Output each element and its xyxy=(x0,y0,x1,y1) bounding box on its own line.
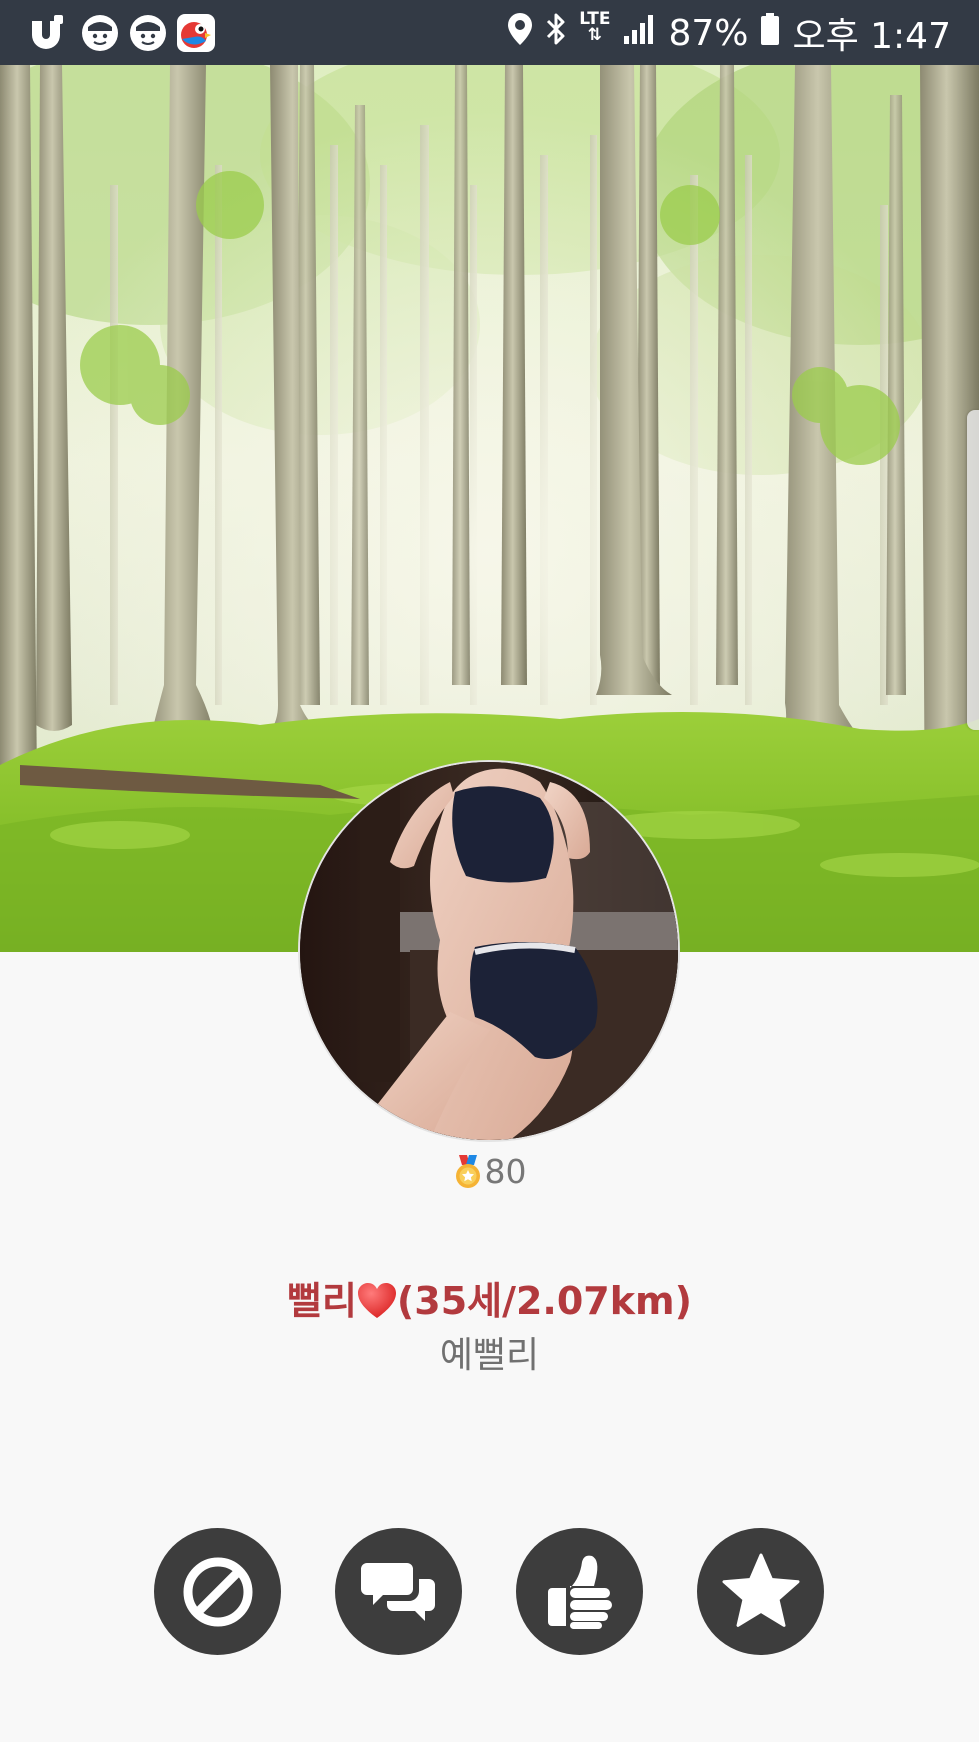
bird-app-icon xyxy=(176,13,216,53)
block-button[interactable] xyxy=(154,1528,281,1655)
block-icon xyxy=(180,1554,256,1630)
bluetooth-icon xyxy=(545,12,567,55)
side-drawer-handle[interactable] xyxy=(967,410,979,730)
profile-nickname: 예뻘리 xyxy=(439,1335,540,1376)
profile-score: 80 xyxy=(0,1152,979,1191)
thumbs-up-icon xyxy=(544,1554,616,1630)
profile-name: 뻘리 (35세/2.07km) xyxy=(0,1270,979,1325)
u-plus-icon xyxy=(26,13,66,53)
location-icon xyxy=(507,12,533,55)
score-value: 80 xyxy=(484,1152,527,1191)
lte-icon: LTE ⇅ xyxy=(579,9,611,45)
like-button[interactable] xyxy=(516,1528,643,1655)
medal-icon xyxy=(453,1154,483,1189)
heart-icon xyxy=(357,1282,397,1320)
signal-icon xyxy=(622,12,656,55)
clock: 오후 1:47 xyxy=(792,16,951,57)
chat-button[interactable] xyxy=(335,1528,462,1655)
network-type: LTE xyxy=(579,9,611,29)
status-bar: LTE ⇅ 87% 오후 1:47 xyxy=(0,0,979,65)
profile-photo[interactable] xyxy=(298,760,680,1142)
action-bar xyxy=(0,1528,979,1656)
name-prefix: 뻘리 xyxy=(286,1279,357,1323)
name-suffix: (35세/2.07km) xyxy=(396,1279,692,1323)
police-app-icon xyxy=(128,13,168,53)
battery-percent: 87% xyxy=(668,12,749,54)
star-icon xyxy=(720,1552,802,1632)
system-status: LTE ⇅ 87% 오후 1:47 xyxy=(507,8,951,58)
chat-bubbles-icon xyxy=(360,1557,437,1627)
favorite-button[interactable] xyxy=(697,1528,824,1655)
battery-icon xyxy=(760,12,780,55)
police-app-icon xyxy=(80,13,120,53)
notification-icons xyxy=(26,12,216,54)
